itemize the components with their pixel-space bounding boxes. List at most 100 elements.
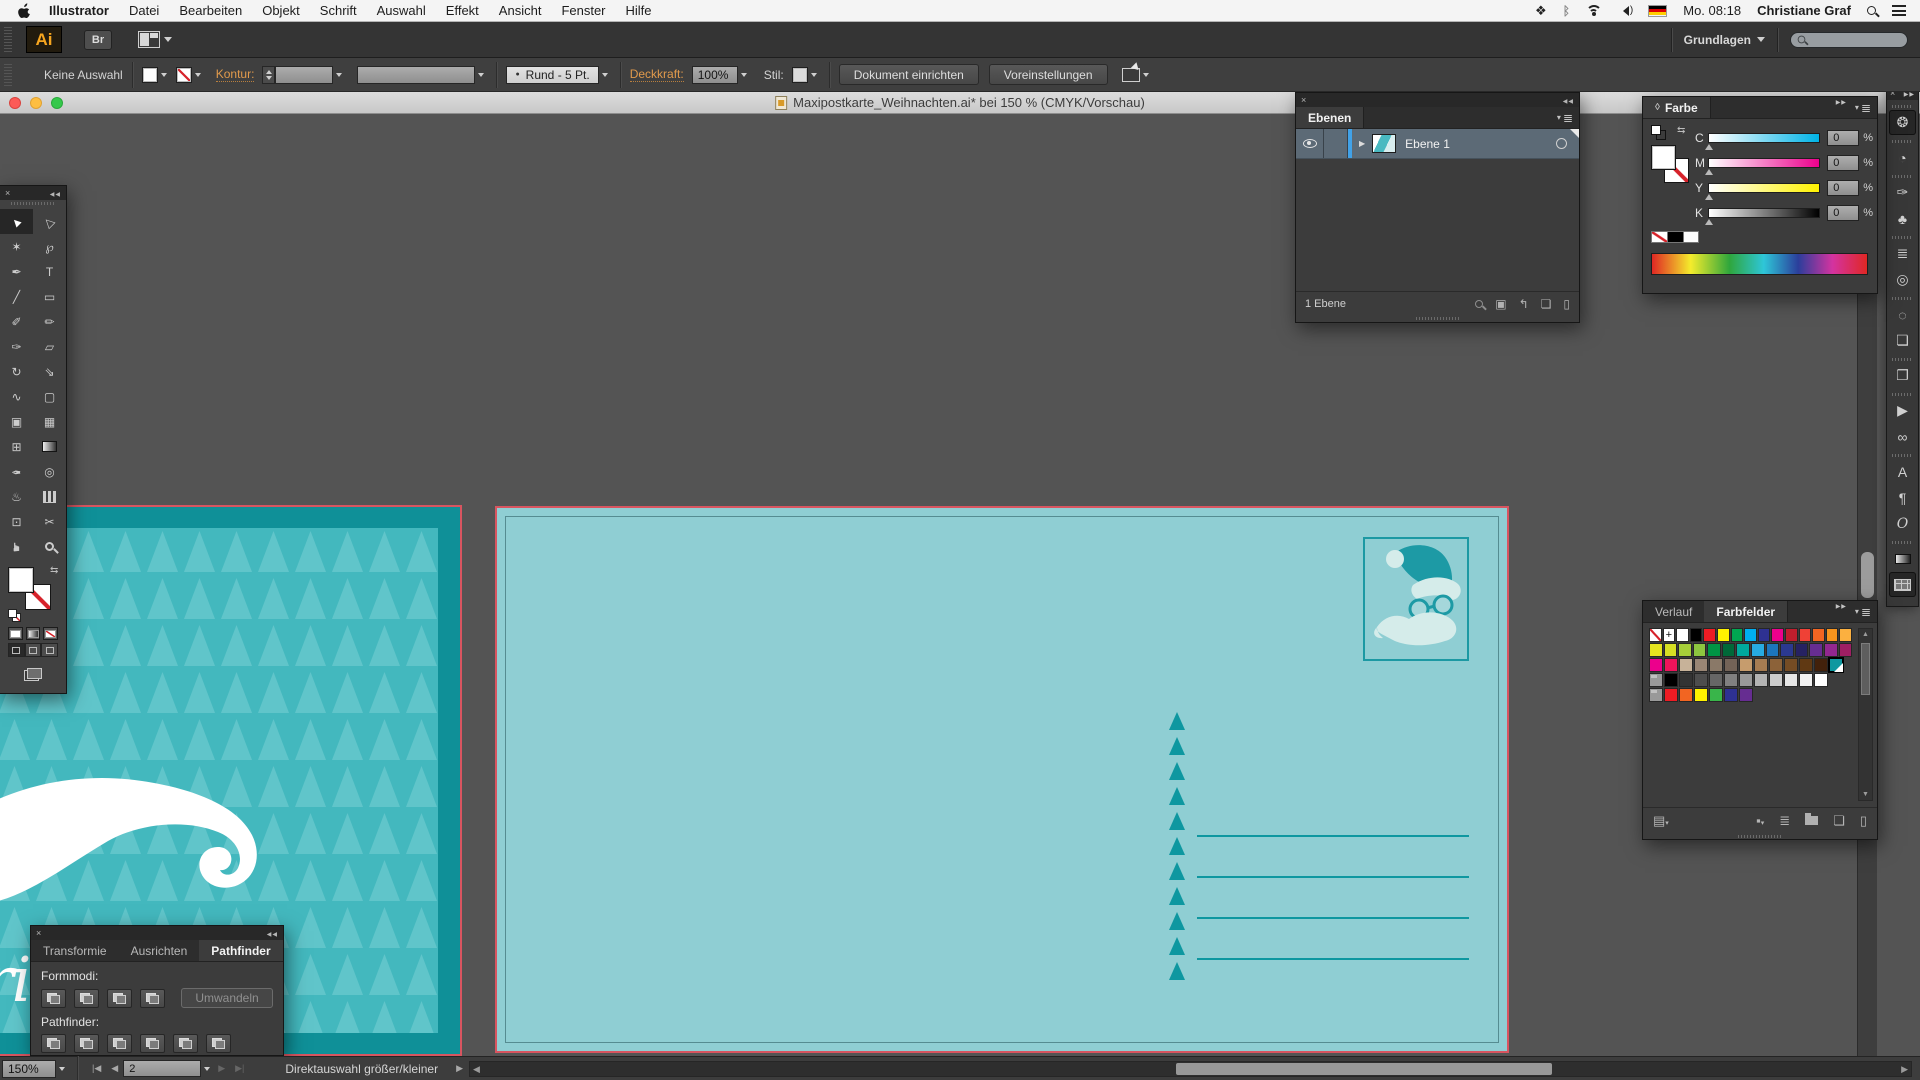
lock-toggle[interactable]	[1324, 129, 1348, 158]
scroll-thumb[interactable]	[1861, 643, 1870, 695]
slider-handle[interactable]	[1705, 165, 1713, 175]
panel-menu-icon[interactable]	[1855, 97, 1877, 118]
minimize-window-button[interactable]	[30, 97, 42, 109]
artboard-back[interactable]	[495, 506, 1509, 1053]
swatch[interactable]	[1724, 673, 1738, 687]
scroll-left-icon[interactable]: ◀	[473, 1063, 480, 1076]
fill-proxy[interactable]	[1651, 145, 1676, 170]
farbe-icon[interactable]: ❂	[1889, 110, 1916, 135]
draw-inside-button[interactable]	[41, 643, 58, 657]
locate-object-icon[interactable]	[1475, 300, 1483, 308]
next-artboard-button[interactable]: ▶	[213, 1063, 230, 1074]
screen-mode-button[interactable]	[0, 661, 66, 687]
select-similar-button[interactable]	[1122, 66, 1152, 84]
swatch[interactable]	[1676, 628, 1689, 642]
scroll-down-icon[interactable]: ▼	[1859, 791, 1872, 798]
profile-dropdown[interactable]	[475, 66, 487, 84]
grip[interactable]	[0, 200, 66, 207]
brush-definition[interactable]: Rund - 5 Pt.	[506, 66, 598, 84]
swatch[interactable]	[1766, 643, 1780, 657]
swatch[interactable]	[1751, 643, 1765, 657]
fill-color-swatch[interactable]	[142, 67, 158, 83]
close-icon[interactable]	[1301, 95, 1306, 105]
symbole-icon[interactable]: ♣	[1889, 206, 1916, 231]
tab-ausrichten[interactable]: Ausrichten	[119, 940, 200, 961]
menu-item-hilfe[interactable]: Hilfe	[616, 3, 662, 18]
aktionen-icon[interactable]: ▶	[1889, 398, 1916, 423]
swatch[interactable]	[1771, 628, 1784, 642]
swatch-registration[interactable]	[1663, 628, 1676, 642]
clock[interactable]: Mo. 08:18	[1683, 3, 1741, 18]
black-slider[interactable]	[1708, 208, 1820, 218]
swatch[interactable]	[1693, 643, 1707, 657]
collapse-icon[interactable]	[50, 188, 61, 198]
gradient-button[interactable]	[26, 627, 41, 640]
grip[interactable]	[1892, 138, 1913, 144]
target-circle[interactable]	[1556, 138, 1567, 149]
swatch[interactable]	[1690, 628, 1703, 642]
delete-layer-icon[interactable]: ▯	[1563, 298, 1570, 310]
outline-button[interactable]	[173, 1034, 198, 1053]
swatch[interactable]	[1664, 673, 1678, 687]
swatch[interactable]	[1679, 673, 1693, 687]
grip[interactable]	[1892, 103, 1913, 109]
brush-dropdown[interactable]	[599, 66, 611, 84]
swatch[interactable]	[1754, 658, 1768, 672]
swatch[interactable]	[1769, 658, 1783, 672]
new-sublayer-icon[interactable]: ↰	[1519, 298, 1529, 310]
tab-transformieren[interactable]: Transformie	[31, 940, 119, 961]
clipping-mask-icon[interactable]: ▣	[1495, 298, 1506, 310]
swatch[interactable]	[1724, 658, 1738, 672]
swatch[interactable]	[1664, 658, 1678, 672]
draw-behind-button[interactable]	[25, 643, 42, 657]
slice-tool[interactable]: ✂	[33, 509, 66, 534]
swatch-libraries-button[interactable]: ▤▾	[1653, 814, 1669, 827]
verlauf-icon[interactable]: ◔	[1889, 145, 1916, 170]
swatch[interactable]	[1809, 643, 1823, 657]
swatch[interactable]	[1679, 658, 1693, 672]
swatch[interactable]	[1724, 688, 1738, 702]
document-setup-button[interactable]: Dokument einrichten	[839, 64, 979, 85]
opacity-input[interactable]: 100%	[692, 66, 738, 84]
fill-proxy[interactable]	[8, 567, 34, 593]
swatch[interactable]	[1754, 673, 1768, 687]
delete-swatch-button[interactable]: ▯	[1860, 814, 1867, 827]
mesh-tool[interactable]: ⊞	[0, 434, 33, 459]
verknuepfungen-icon[interactable]: ∞	[1889, 424, 1916, 449]
swatch[interactable]	[1826, 628, 1839, 642]
collapse-icon[interactable]	[267, 928, 278, 938]
stroke-weight-link[interactable]: Kontur:	[216, 68, 255, 82]
horizontal-scrollbar[interactable]: ◀ ▶	[469, 1061, 1912, 1077]
swatch[interactable]	[1814, 658, 1828, 672]
none-button[interactable]	[43, 627, 58, 640]
scale-tool[interactable]: ⇘	[33, 359, 66, 384]
grip[interactable]	[1892, 356, 1913, 362]
volume-icon[interactable]: )	[1618, 5, 1632, 16]
status-menu-icon[interactable]: ▶	[456, 1063, 463, 1074]
black-swatch[interactable]	[1667, 231, 1683, 243]
swatch[interactable]	[1795, 643, 1809, 657]
merge-button[interactable]	[107, 1034, 132, 1053]
last-artboard-button[interactable]: ▶|	[230, 1063, 249, 1074]
grip[interactable]	[1892, 452, 1913, 458]
first-artboard-button[interactable]: |◀	[87, 1063, 106, 1074]
opacity-dropdown[interactable]	[738, 66, 750, 84]
pen-tool[interactable]: ✒	[0, 259, 33, 284]
swatch[interactable]	[1709, 673, 1723, 687]
grip[interactable]	[1892, 391, 1913, 397]
resize-grip[interactable]	[1296, 315, 1579, 322]
swatch[interactable]	[1780, 643, 1794, 657]
slider-handle[interactable]	[1705, 140, 1713, 150]
menu-item-auswahl[interactable]: Auswahl	[367, 3, 436, 18]
fill-dropdown[interactable]	[158, 66, 170, 84]
zoom-tool[interactable]	[33, 534, 66, 559]
wifi-icon[interactable]	[1586, 5, 1602, 16]
zoom-window-button[interactable]	[51, 97, 63, 109]
swatch-selected[interactable]	[1829, 658, 1843, 672]
swatch[interactable]	[1649, 658, 1663, 672]
swatch[interactable]	[1799, 673, 1813, 687]
eraser-tool[interactable]: ▱	[33, 334, 66, 359]
transparenz-icon[interactable]: ◎	[1889, 267, 1916, 292]
swap-fill-stroke-icon[interactable]: ⇆	[1677, 125, 1685, 136]
scroll-up-icon[interactable]: ▲	[1859, 631, 1872, 638]
